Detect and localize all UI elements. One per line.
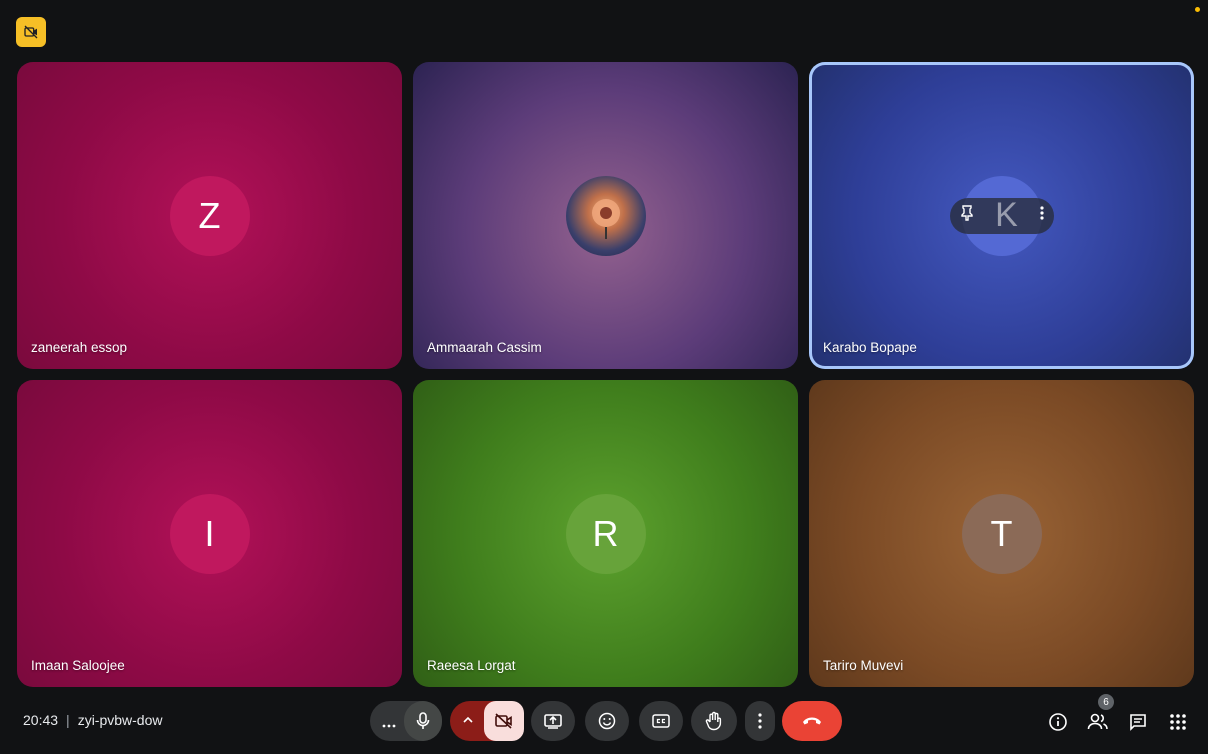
pin-icon[interactable] — [960, 205, 974, 226]
participant-avatar: Z — [169, 175, 250, 256]
leave-call-button[interactable] — [782, 701, 842, 741]
hand-icon — [705, 711, 722, 731]
participant-initial: K — [995, 196, 1018, 234]
reactions-button[interactable] — [585, 701, 629, 741]
participant-tile[interactable]: Z zaneerah essop — [17, 62, 402, 369]
call-end-icon — [803, 717, 821, 725]
participant-name: Imaan Saloojee — [31, 658, 125, 673]
more-actions-button[interactable] — [745, 701, 775, 741]
meeting-details-button[interactable] — [1046, 710, 1070, 734]
participant-tile[interactable]: Ammaarah Cassim — [413, 62, 798, 369]
apps-grid-icon — [1170, 714, 1186, 730]
microphone-button[interactable] — [404, 701, 442, 741]
videocam-off-icon — [495, 713, 512, 729]
participant-tile[interactable]: I Imaan Saloojee — [17, 380, 402, 687]
present-to-all-icon — [544, 714, 562, 729]
camera-control-group — [450, 701, 524, 741]
closed-caption-icon — [652, 714, 670, 728]
microphone-icon — [416, 712, 430, 729]
more-horiz-icon[interactable] — [382, 715, 396, 733]
chat-icon — [1130, 714, 1146, 731]
participant-name: Raeesa Lorgat — [427, 658, 516, 673]
status-dot — [1195, 7, 1200, 12]
more-vert-icon — [758, 713, 762, 729]
meeting-separator: | — [66, 712, 70, 728]
participant-name: Ammaarah Cassim — [427, 340, 542, 355]
participant-photo — [565, 175, 646, 256]
chat-button[interactable] — [1126, 710, 1150, 734]
control-bar: 20:43 | zyi-pvbw-dow 6 — [0, 690, 1208, 754]
meeting-info: 20:43 | zyi-pvbw-dow — [23, 712, 163, 728]
raise-hand-button[interactable] — [691, 701, 737, 741]
people-button[interactable] — [1086, 710, 1110, 734]
people-count-badge: 6 — [1098, 694, 1114, 710]
flower-icon — [591, 198, 620, 239]
participant-avatar: I — [169, 493, 250, 574]
meeting-code: zyi-pvbw-dow — [77, 712, 163, 728]
participant-tile[interactable]: T Tariro Muvevi — [809, 380, 1194, 687]
activities-button[interactable] — [1166, 710, 1190, 734]
people-icon — [1087, 713, 1108, 730]
meeting-time: 20:43 — [23, 712, 59, 728]
participant-name: Karabo Bopape — [823, 340, 917, 355]
present-screen-button[interactable] — [531, 701, 575, 741]
audio-control-group — [370, 701, 442, 741]
captions-button[interactable] — [639, 701, 683, 741]
info-icon — [1049, 713, 1067, 731]
participant-avatar: R — [565, 493, 646, 574]
emoji-icon — [598, 712, 616, 730]
tile-hover-controls: K — [949, 196, 1054, 234]
camera-off-button[interactable] — [484, 701, 524, 741]
more-vert-icon[interactable] — [1039, 206, 1044, 225]
participant-name: Tariro Muvevi — [823, 658, 904, 673]
participant-grid: Z zaneerah essop Ammaarah Cassim K Karab… — [17, 62, 1195, 688]
participant-name: zaneerah essop — [31, 340, 128, 355]
camera-off-indicator-icon — [16, 17, 46, 47]
chevron-up-icon[interactable] — [462, 713, 474, 732]
participant-avatar: T — [961, 493, 1042, 574]
participant-tile-focused[interactable]: K Karabo Bopape — [809, 62, 1194, 369]
participant-tile[interactable]: R Raeesa Lorgat — [413, 380, 798, 687]
